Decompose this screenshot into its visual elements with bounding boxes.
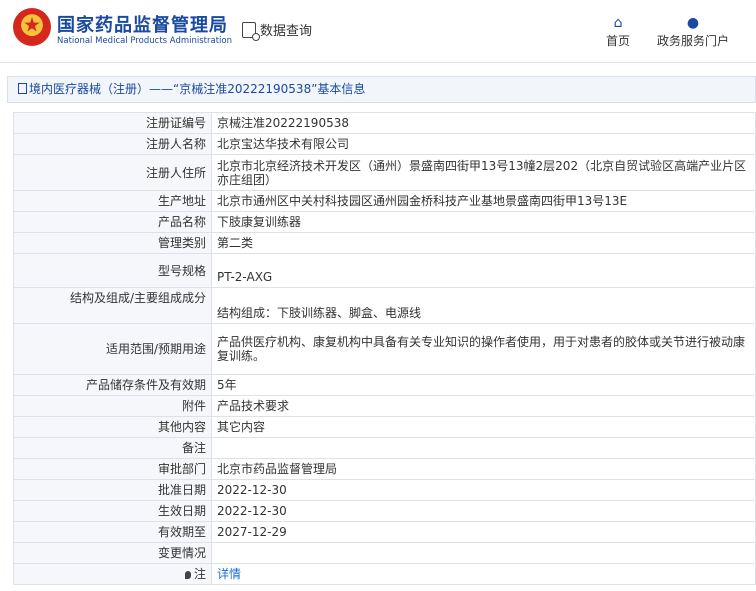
- breadcrumb: 境内医疗器械（注册）——“京械注准20222190538”基本信息: [7, 76, 756, 103]
- field-value: 北京市药品监督管理局: [211, 458, 756, 480]
- field-label-note: 注: [13, 563, 212, 585]
- field-value: 北京宝达华技术有限公司: [211, 133, 756, 155]
- table-row: 产品名称 下肢康复训练器: [13, 211, 756, 233]
- field-value: 2022-12-30: [211, 479, 756, 501]
- field-label: 适用范围/预期用途: [13, 323, 212, 375]
- field-label: 变更情况: [13, 542, 212, 564]
- field-label: 产品名称: [13, 211, 212, 233]
- table-row: 结构及组成/主要组成成分 结构组成：下肢训练器、脚盒、电源线: [13, 287, 756, 324]
- table-row: 注册证编号 京械注准20222190538: [13, 112, 756, 134]
- field-value: 2022-12-30: [211, 500, 756, 522]
- table-row: 批准日期 2022-12-30: [13, 479, 756, 501]
- field-label: 注册人住所: [13, 154, 212, 191]
- field-value: [211, 437, 756, 459]
- field-value: 京械注准20222190538: [211, 112, 756, 134]
- field-value: 第二类: [211, 232, 756, 254]
- table-row: 审批部门 北京市药品监督管理局: [13, 458, 756, 480]
- table-row: 型号规格 PT-2-AXG: [13, 253, 756, 288]
- field-value: 产品技术要求: [211, 395, 756, 417]
- nav-home-label: 首页: [606, 34, 631, 48]
- table-row: 附件 产品技术要求: [13, 395, 756, 417]
- field-value: 5年: [211, 374, 756, 396]
- field-value: 其它内容: [211, 416, 756, 438]
- home-icon: ⌂: [613, 15, 623, 31]
- table-row: 有效期至 2027-12-29: [13, 521, 756, 543]
- field-value: PT-2-AXG: [211, 253, 756, 288]
- field-label: 备注: [13, 437, 212, 459]
- data-query-link[interactable]: 数据查询: [242, 20, 313, 41]
- field-label: 生产地址: [13, 190, 212, 212]
- field-label: 附件: [13, 395, 212, 417]
- user-icon: ●: [686, 15, 700, 31]
- brand-name-en: National Medical Products Administration: [57, 36, 232, 46]
- site-header: 国家药品监督管理局 National Medical Products Admi…: [0, 0, 756, 63]
- table-row: 备注: [13, 437, 756, 459]
- table-row: 生产地址 北京市通州区中关村科技园区通州园金桥科技产业基地景盛南四街甲13号13E: [13, 190, 756, 212]
- note-label: 注: [193, 567, 206, 581]
- search-document-icon: [242, 21, 260, 41]
- field-label: 结构及组成/主要组成成分: [13, 287, 212, 324]
- detail-table-container: 注册证编号 京械注准20222190538 注册人名称 北京宝达华技术有限公司 注册…: [13, 112, 756, 585]
- nav-portal-label: 政务服务门户: [657, 34, 730, 48]
- table-row: 其他内容 其它内容: [13, 416, 756, 438]
- field-label: 有效期至: [13, 521, 212, 543]
- data-query-label: 数据查询: [260, 24, 313, 39]
- table-row: 管理类别 第二类: [13, 232, 756, 254]
- field-label: 生效日期: [13, 500, 212, 522]
- document-icon: [18, 83, 27, 94]
- field-value: 结构组成：下肢训练器、脚盒、电源线: [211, 287, 756, 324]
- field-label: 注册证编号: [13, 112, 212, 134]
- field-value: [211, 542, 756, 564]
- brand-name-cn: 国家药品监督管理局: [57, 15, 228, 36]
- details-link[interactable]: 详情: [211, 563, 756, 585]
- field-value: 下肢康复训练器: [211, 211, 756, 233]
- field-label: 注册人名称: [13, 133, 212, 155]
- field-value: 产品供医疗机构、康复机构中具备有关专业知识的操作者使用，用于对患者的胶体或关节进…: [211, 323, 756, 375]
- pin-icon: [184, 571, 191, 579]
- table-row: 变更情况: [13, 542, 756, 564]
- table-row: 注册人名称 北京宝达华技术有限公司: [13, 133, 756, 155]
- field-label: 审批部门: [13, 458, 212, 480]
- field-label: 批准日期: [13, 479, 212, 501]
- national-emblem-logo: [13, 8, 51, 46]
- table-row: 适用范围/预期用途 产品供医疗机构、康复机构中具备有关专业知识的操作者使用，用于对…: [13, 323, 756, 375]
- field-label: 型号规格: [13, 253, 212, 288]
- field-label: 产品储存条件及有效期: [13, 374, 212, 396]
- nav-service-portal[interactable]: ● 政务服务门户: [657, 14, 729, 49]
- field-value: 北京市通州区中关村科技园区通州园金桥科技产业基地景盛南四街甲13号13E: [211, 190, 756, 212]
- field-value: 2027-12-29: [211, 521, 756, 543]
- field-label: 其他内容: [13, 416, 212, 438]
- nav-home[interactable]: ⌂ 首页: [606, 14, 630, 49]
- field-value: 北京市北京经济技术开发区（通州）景盛南四街甲13号13幢2层202（北京自贸试验…: [211, 154, 756, 191]
- table-row: 注详情: [13, 563, 756, 585]
- breadcrumb-text: 境内医疗器械（注册）——“京械注准20222190538”基本信息: [29, 82, 366, 96]
- table-row: 产品储存条件及有效期 5年: [13, 374, 756, 396]
- detail-table: 注册证编号 京械注准20222190538 注册人名称 北京宝达华技术有限公司 注册…: [13, 112, 756, 585]
- table-row: 注册人住所 北京市北京经济技术开发区（通州）景盛南四街甲13号13幢2层202（北…: [13, 154, 756, 191]
- table-row: 生效日期 2022-12-30: [13, 500, 756, 522]
- field-label: 管理类别: [13, 232, 212, 254]
